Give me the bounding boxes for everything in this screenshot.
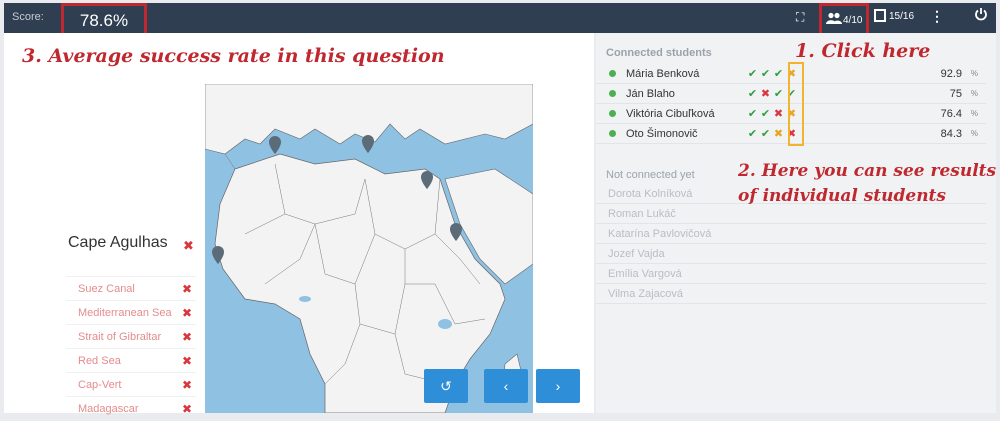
list-item: Jozef Vajda <box>596 244 986 264</box>
top-bar: Score: 78.6% ⛶ 4/10 15/16 ⋮ <box>4 3 996 39</box>
student-name: Ján Blaho <box>626 88 675 100</box>
answer-label: Suez Canal <box>78 283 135 295</box>
wrong-icon: ✖ <box>181 330 192 344</box>
wrong-icon: ✖ <box>181 306 192 320</box>
power-icon[interactable] <box>974 7 988 24</box>
wrong-icon: ✖ <box>181 282 192 296</box>
chevron-right-icon: › <box>555 378 561 394</box>
app-frame: Score: 78.6% ⛶ 4/10 15/16 ⋮ 3. Average s… <box>0 0 1000 417</box>
list-item[interactable]: Cap-Vert ✖ <box>66 372 196 396</box>
wrong-icon: ✖ <box>181 402 192 416</box>
previous-button[interactable]: ‹ <box>484 369 528 403</box>
score-label: Score: <box>12 11 44 23</box>
percent-unit: % <box>970 129 978 138</box>
chevron-left-icon: ‹ <box>503 378 509 394</box>
next-button[interactable]: › <box>536 369 580 403</box>
slides-count: 15/16 <box>889 11 915 22</box>
student-percent: 76.4 <box>940 108 962 120</box>
wrong-icon: ✖ <box>181 378 192 392</box>
not-connected-title: Not connected yet <box>606 169 695 181</box>
answer-list: Suez Canal ✖ Mediterranean Sea ✖ Strait of… <box>66 276 196 420</box>
reset-icon: ↺ <box>440 378 452 394</box>
student-percent: 84.3 <box>940 128 962 140</box>
reset-button[interactable]: ↺ <box>424 369 468 403</box>
student-percent: 75 <box>949 88 962 100</box>
connected-title: Connected students <box>606 47 712 59</box>
question-title: Cape Agulhas <box>68 234 168 251</box>
answer-label: Mediterranean Sea <box>78 307 172 319</box>
online-dot <box>609 130 616 137</box>
kebab-menu-icon[interactable]: ⋮ <box>930 8 944 25</box>
current-question-column-highlight <box>788 62 804 146</box>
annotation-average: 3. Average success rate in this question <box>22 45 445 67</box>
list-item: Katarína Pavlovičová <box>596 224 986 244</box>
percent-unit: % <box>970 69 978 78</box>
list-item: Roman Lukáč <box>596 204 986 224</box>
student-name: Viktória Cibuľková <box>626 108 715 120</box>
list-item[interactable]: Red Sea ✖ <box>66 348 196 372</box>
africa-map-graphic <box>205 84 533 413</box>
online-dot <box>609 90 616 97</box>
annotation-results-line2: of individual students <box>738 186 946 206</box>
africa-map[interactable] <box>205 84 533 413</box>
list-item: Emília Vargová <box>596 264 986 284</box>
percent-unit: % <box>970 89 978 98</box>
list-item[interactable]: Madagascar ✖ <box>66 396 196 420</box>
answer-label: Strait of Gibraltar <box>78 331 162 343</box>
student-name: Mária Benková <box>626 68 700 80</box>
student-percent: 92.9 <box>940 68 962 80</box>
wrong-icon: ✖ <box>181 354 192 368</box>
list-item[interactable]: Suez Canal ✖ <box>66 276 196 300</box>
list-item[interactable]: Strait of Gibraltar ✖ <box>66 324 196 348</box>
answer-label: Red Sea <box>78 355 121 367</box>
slides-icon <box>874 9 886 22</box>
answer-label: Cap-Vert <box>78 379 122 391</box>
percent-unit: % <box>970 109 978 118</box>
online-dot <box>609 70 616 77</box>
wrong-icon: ✖ <box>183 238 194 253</box>
annotation-results-line1: 2. Here you can see results <box>738 161 997 181</box>
fullscreen-icon[interactable]: ⛶ <box>796 10 804 25</box>
users-icon <box>826 12 842 27</box>
slides-button[interactable]: 15/16 <box>874 9 914 22</box>
online-dot <box>609 110 616 117</box>
answer-label: Madagascar <box>78 403 139 415</box>
student-name: Oto Šimonovič <box>626 128 698 140</box>
annotation-click-here: 1. Click here <box>795 40 931 62</box>
list-item: Vilma Zajacová <box>596 284 986 304</box>
list-item[interactable]: Mediterranean Sea ✖ <box>66 300 196 324</box>
students-count: 4/10 <box>843 15 863 26</box>
